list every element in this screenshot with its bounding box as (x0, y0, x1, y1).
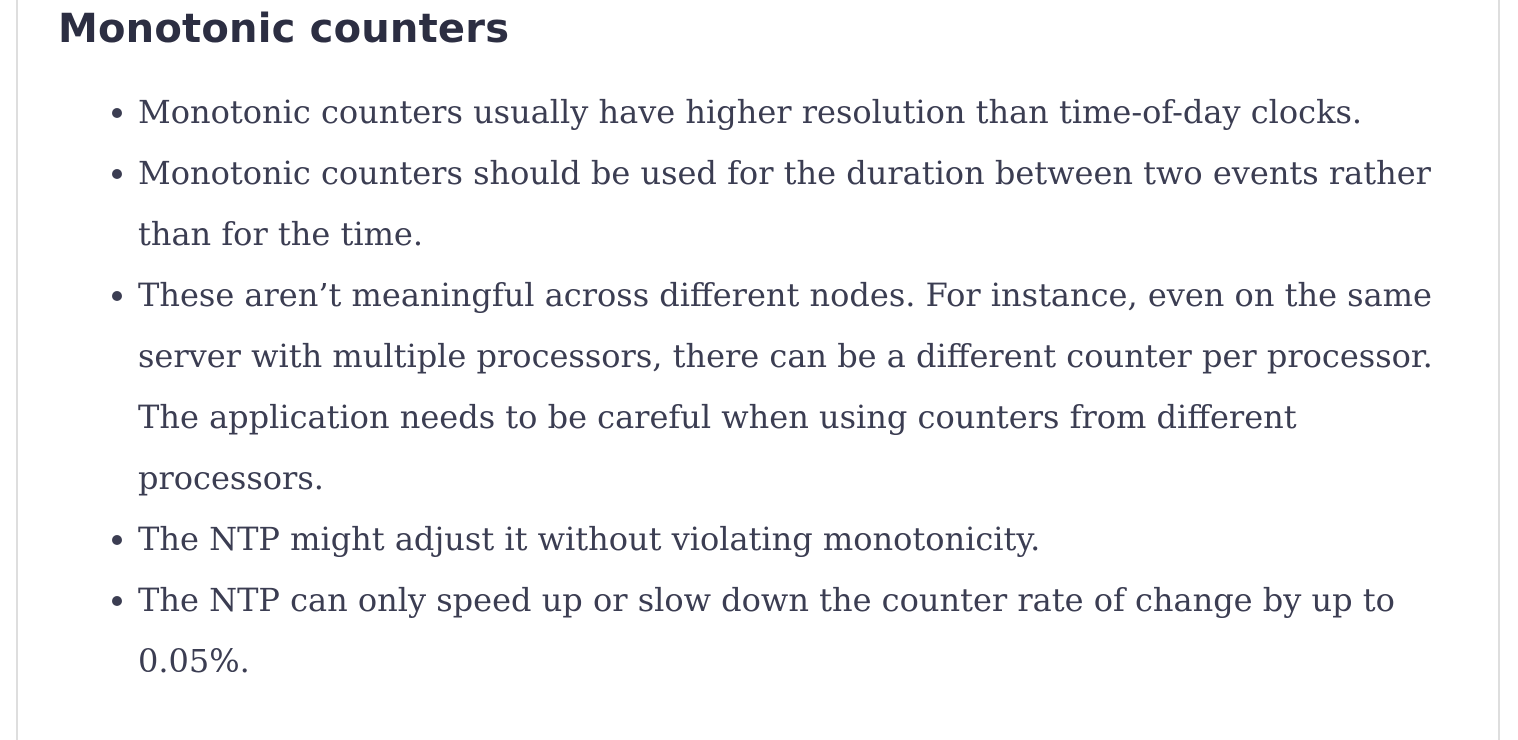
section-heading: Monotonic counters (58, 6, 510, 52)
bullet-item: Monotonic counters usually have higher r… (112, 82, 1468, 143)
bullet-item: The NTP can only speed up or slow down t… (112, 570, 1468, 692)
bullet-item: These aren’t meaningful across different… (112, 265, 1468, 509)
bullet-item: The NTP might adjust it without violatin… (112, 509, 1468, 570)
bullet-item: Monotonic counters should be used for th… (112, 143, 1468, 265)
bullet-list: Monotonic counters usually have higher r… (112, 82, 1468, 692)
